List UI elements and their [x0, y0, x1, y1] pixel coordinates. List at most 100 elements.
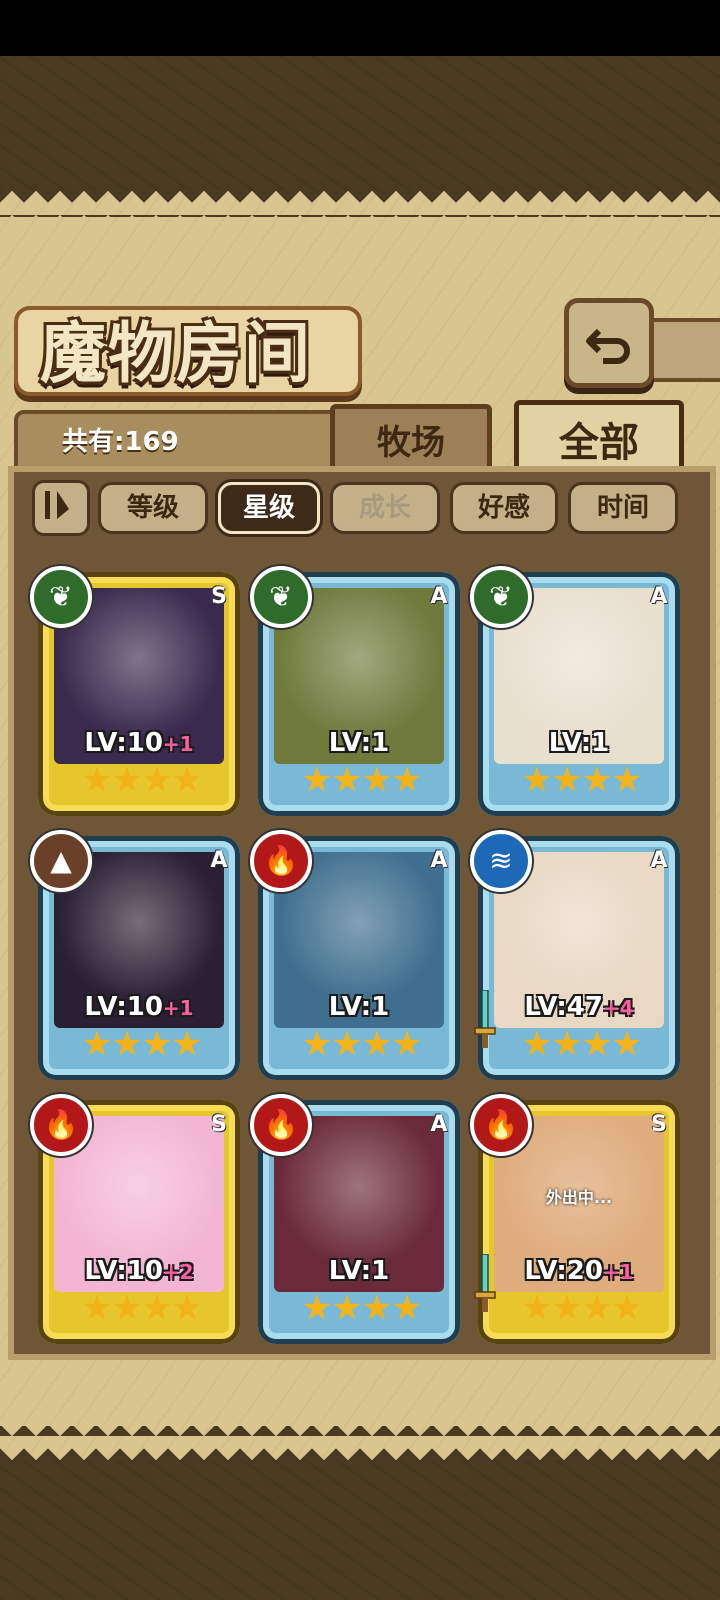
- status-bar: [0, 0, 720, 56]
- star-icon: [143, 766, 171, 792]
- star-icon: [83, 766, 111, 792]
- tab-all[interactable]: 全部: [514, 400, 684, 475]
- monster-card[interactable]: S 🔥 LV:10+2: [30, 1094, 240, 1344]
- away-status: 外出中...: [545, 1188, 613, 1207]
- star-rating: [82, 1030, 202, 1070]
- sort-star-button[interactable]: 星级: [218, 482, 320, 534]
- star-icon: [613, 1294, 641, 1320]
- star-icon: [553, 1294, 581, 1320]
- level-value: LV:10: [84, 1256, 163, 1286]
- level-bonus: +2: [162, 1260, 194, 1284]
- rank-badge: S: [211, 1112, 227, 1137]
- star-rating: [302, 1294, 422, 1334]
- level-value: LV:1: [328, 992, 390, 1022]
- fire-icon: 🔥: [250, 830, 312, 892]
- rank-badge: S: [651, 1112, 667, 1137]
- rank-badge: A: [210, 848, 228, 873]
- monster-card[interactable]: A 🔥 LV:1: [250, 830, 460, 1080]
- star-rating: [302, 766, 422, 806]
- sort-level-button[interactable]: 等级: [98, 482, 208, 534]
- sort-affection-button[interactable]: 好感: [450, 482, 558, 534]
- monster-card[interactable]: A ▲ LV:10+1: [30, 830, 240, 1080]
- monster-card[interactable]: A ❦ LV:1: [470, 566, 680, 816]
- fire-icon: 🔥: [250, 1094, 312, 1156]
- star-icon: [333, 766, 361, 792]
- level-label: LV:1: [258, 728, 460, 758]
- rank-badge: A: [650, 584, 668, 609]
- level-label: LV:1: [478, 728, 680, 758]
- star-icon: [83, 1294, 111, 1320]
- star-rating: [82, 766, 202, 806]
- monster-count: 共有:169: [62, 427, 179, 457]
- level-bonus: +1: [162, 996, 194, 1020]
- star-rating: [82, 1294, 202, 1334]
- monster-card[interactable]: S ❦ LV:10+1: [30, 566, 240, 816]
- star-icon: [303, 1030, 331, 1056]
- level-value: LV:1: [548, 728, 610, 758]
- star-rating: [522, 766, 642, 806]
- level-value: LV:1: [328, 728, 390, 758]
- level-value: LV:10: [84, 992, 163, 1022]
- back-bar: [644, 318, 720, 382]
- star-icon: [113, 1294, 141, 1320]
- star-icon: [553, 766, 581, 792]
- star-icon: [143, 1294, 171, 1320]
- star-icon: [333, 1294, 361, 1320]
- tab-ranch[interactable]: 牧场: [330, 404, 492, 475]
- sort-time-button[interactable]: 时间: [568, 482, 678, 534]
- level-value: LV:1: [328, 1256, 390, 1286]
- level-value: LV:20: [524, 1256, 603, 1286]
- star-icon: [613, 766, 641, 792]
- sort-growth-button[interactable]: 成长: [330, 482, 440, 534]
- level-bonus: +1: [602, 1260, 634, 1284]
- star-icon: [363, 1030, 391, 1056]
- leaf-icon: ❦: [470, 566, 532, 628]
- monster-card[interactable]: A ❦ LV:1: [250, 566, 460, 816]
- star-icon: [583, 1030, 611, 1056]
- level-label: LV:47+4: [478, 992, 680, 1022]
- star-rating: [302, 1030, 422, 1070]
- level-label: LV:20+1: [478, 1256, 680, 1286]
- map-background-top: [0, 56, 720, 191]
- star-icon: [613, 1030, 641, 1056]
- monster-card[interactable]: A 🔥 LV:1: [250, 1094, 460, 1344]
- fire-icon: 🔥: [30, 1094, 92, 1156]
- water-icon: ≋: [470, 830, 532, 892]
- rank-badge: A: [650, 848, 668, 873]
- monster-card[interactable]: A ≋ LV:47+4: [470, 830, 680, 1080]
- star-icon: [553, 1030, 581, 1056]
- level-label: LV:10+1: [38, 992, 240, 1022]
- star-icon: [523, 1030, 551, 1056]
- level-value: LV:10: [84, 728, 163, 758]
- rank-badge: S: [211, 584, 227, 609]
- star-icon: [523, 1294, 551, 1320]
- mountain-icon: ▲: [30, 830, 92, 892]
- sort-direction-icon: [45, 491, 69, 519]
- star-rating: [522, 1030, 642, 1070]
- star-icon: [173, 766, 201, 792]
- star-icon: [113, 1030, 141, 1056]
- level-bonus: +4: [602, 996, 634, 1020]
- star-rating: [522, 1294, 642, 1334]
- star-icon: [583, 1294, 611, 1320]
- back-button[interactable]: [564, 298, 654, 388]
- level-label: LV:1: [258, 992, 460, 1022]
- star-icon: [113, 766, 141, 792]
- map-background-bottom: [0, 1460, 720, 1600]
- level-label: LV:10+2: [38, 1256, 240, 1286]
- sort-order-toggle[interactable]: [32, 480, 90, 536]
- panel-edge-top: [0, 191, 720, 217]
- page-title: 魔物房间: [40, 314, 312, 392]
- panel-edge-bottom: [0, 1426, 720, 1460]
- rank-badge: A: [430, 1112, 448, 1137]
- star-icon: [143, 1030, 171, 1056]
- fire-icon: 🔥: [470, 1094, 532, 1156]
- monster-card[interactable]: 外出中... S 🔥 LV:20+1: [470, 1094, 680, 1344]
- rank-badge: A: [430, 848, 448, 873]
- star-icon: [173, 1294, 201, 1320]
- star-icon: [333, 1030, 361, 1056]
- star-icon: [583, 766, 611, 792]
- star-icon: [393, 1294, 421, 1320]
- leaf-icon: ❦: [30, 566, 92, 628]
- return-arrow-icon: [586, 328, 630, 364]
